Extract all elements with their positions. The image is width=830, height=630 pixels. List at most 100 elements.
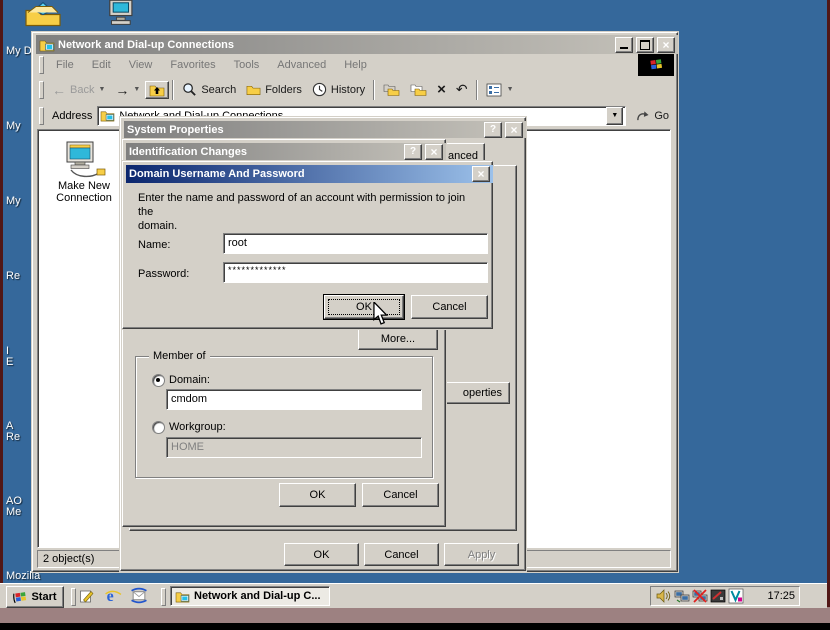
name-value: root	[228, 237, 247, 249]
menu-advanced[interactable]: Advanced	[268, 55, 335, 75]
make-new-connection-item[interactable]: Make New Connection	[50, 140, 118, 204]
desktop-label[interactable]: IE	[6, 346, 13, 368]
name-input[interactable]: root	[223, 233, 488, 254]
search-button[interactable]: Search	[177, 80, 241, 99]
sysprops-cancel-button[interactable]: Cancel	[364, 543, 439, 566]
cancel-label: Cancel	[383, 489, 417, 501]
connections-folder-icon	[39, 38, 55, 52]
identification-changes-titlebar[interactable]: Identification Changes ? ×	[126, 143, 446, 160]
password-dialog-titlebar[interactable]: Domain Username And Password ×	[126, 165, 493, 183]
password-cancel-button[interactable]: Cancel	[411, 295, 488, 319]
windows-throbber-icon	[638, 54, 674, 76]
views-button[interactable]: ▼	[481, 81, 519, 99]
radio-dot	[156, 378, 160, 382]
ident-ok-button[interactable]: OK	[279, 483, 356, 507]
quicklaunch-outlook-express[interactable]	[130, 587, 148, 604]
svg-text:e: e	[107, 588, 114, 604]
clock[interactable]: 17:25	[745, 590, 795, 602]
quicklaunch-grip[interactable]	[71, 588, 76, 606]
start-button[interactable]: Start	[6, 586, 64, 608]
folders-label: Folders	[265, 84, 302, 96]
move-to-button[interactable]	[405, 81, 432, 99]
network-connection-icon[interactable]	[674, 588, 690, 604]
desktop-label[interactable]: My	[6, 121, 21, 132]
close-button[interactable]: ×	[472, 166, 490, 182]
maximize-glyph	[640, 40, 650, 50]
history-button[interactable]: History	[307, 80, 370, 99]
folders-button[interactable]: Folders	[241, 81, 307, 98]
menu-bar: File Edit View Favorites Tools Advanced …	[36, 54, 674, 76]
undo-button[interactable]: ↶	[451, 81, 473, 98]
vnc-icon[interactable]	[728, 588, 744, 604]
back-arrow-icon: ←	[52, 82, 66, 98]
outlook-express-icon	[130, 587, 148, 604]
addressbar-grip[interactable]	[39, 107, 44, 125]
mouse-cursor	[372, 302, 390, 326]
network-disconnected-icon[interactable]	[692, 588, 708, 604]
system-properties-titlebar[interactable]: System Properties ? ×	[124, 121, 526, 138]
help-glyph: ?	[490, 125, 496, 135]
quicklaunch-internet-explorer[interactable]: e	[104, 587, 122, 604]
task-button-network-connections[interactable]: Network and Dial-up C...	[170, 586, 330, 606]
desktop-label-mozilla[interactable]: Mozilla	[6, 571, 40, 582]
volume-icon[interactable]	[656, 588, 672, 604]
name-label: Name:	[138, 239, 170, 251]
address-dropdown-button[interactable]: ▼	[606, 107, 623, 125]
close-button[interactable]: ×	[505, 122, 523, 138]
maximize-button[interactable]	[636, 37, 654, 53]
ident-cancel-button[interactable]: Cancel	[362, 483, 439, 507]
item-label-line1: Make New	[50, 180, 118, 192]
properties-label-fragment: operties	[463, 387, 502, 399]
menu-favorites[interactable]: Favorites	[161, 55, 224, 75]
close-button[interactable]: ×	[425, 144, 443, 160]
help-button[interactable]: ?	[484, 122, 502, 138]
domain-radio[interactable]	[152, 374, 165, 387]
frame-left	[0, 0, 3, 607]
desktop-label[interactable]: My D	[6, 46, 32, 57]
up-button[interactable]	[145, 81, 169, 99]
ok-label: OK	[314, 549, 330, 561]
sysprops-apply-button[interactable]: Apply	[444, 543, 519, 566]
desktop-label[interactable]: ARe	[6, 421, 20, 443]
toolbar-separator	[172, 80, 174, 100]
menu-edit[interactable]: Edit	[83, 55, 120, 75]
window-titlebar[interactable]: Network and Dial-up Connections ×	[36, 35, 678, 54]
quicklaunch-show-desktop[interactable]	[78, 588, 95, 604]
views-dropdown-icon: ▼	[507, 86, 514, 93]
menu-help[interactable]: Help	[335, 55, 638, 75]
desktop-label[interactable]: My	[6, 196, 21, 207]
password-input[interactable]: *************	[223, 262, 488, 283]
close-glyph: ×	[662, 40, 669, 50]
delete-button[interactable]: ×	[432, 81, 451, 98]
menu-tools[interactable]: Tools	[225, 55, 269, 75]
back-button[interactable]: ← Back ▼	[47, 80, 110, 100]
menu-file[interactable]: File	[47, 55, 83, 75]
workgroup-radio[interactable]	[152, 421, 165, 434]
utility-icon[interactable]	[710, 588, 726, 604]
copy-to-button[interactable]	[378, 81, 405, 99]
more-button[interactable]: More...	[358, 327, 438, 350]
copy-to-icon	[383, 83, 400, 97]
workgroup-value: HOME	[171, 441, 204, 453]
close-button[interactable]: ×	[657, 37, 675, 53]
internet-explorer-icon: e	[104, 587, 122, 604]
my-documents-icon[interactable]	[24, 0, 62, 27]
menubar-grip[interactable]	[39, 56, 44, 74]
help-button[interactable]: ?	[404, 144, 422, 160]
desktop-label[interactable]: Re	[6, 271, 20, 282]
sysprops-ok-button[interactable]: OK	[284, 543, 359, 566]
message-line2: domain.	[138, 219, 482, 233]
workgroup-input[interactable]: HOME	[166, 437, 422, 458]
forward-button[interactable]: → ▼	[110, 80, 145, 100]
minimize-button[interactable]	[615, 37, 633, 53]
my-computer-icon[interactable]	[103, 0, 137, 26]
views-grid-icon	[486, 83, 503, 97]
taskband-grip[interactable]	[161, 588, 166, 606]
domain-input[interactable]: cmdom	[166, 389, 422, 410]
desktop-label[interactable]: AOMe	[6, 496, 22, 518]
menu-view[interactable]: View	[120, 55, 162, 75]
toolbar-grip[interactable]	[39, 81, 44, 99]
password-ok-button[interactable]: OK	[324, 295, 404, 319]
go-button[interactable]: Go	[630, 107, 674, 124]
task-button-label: Network and Dial-up C...	[194, 590, 321, 602]
